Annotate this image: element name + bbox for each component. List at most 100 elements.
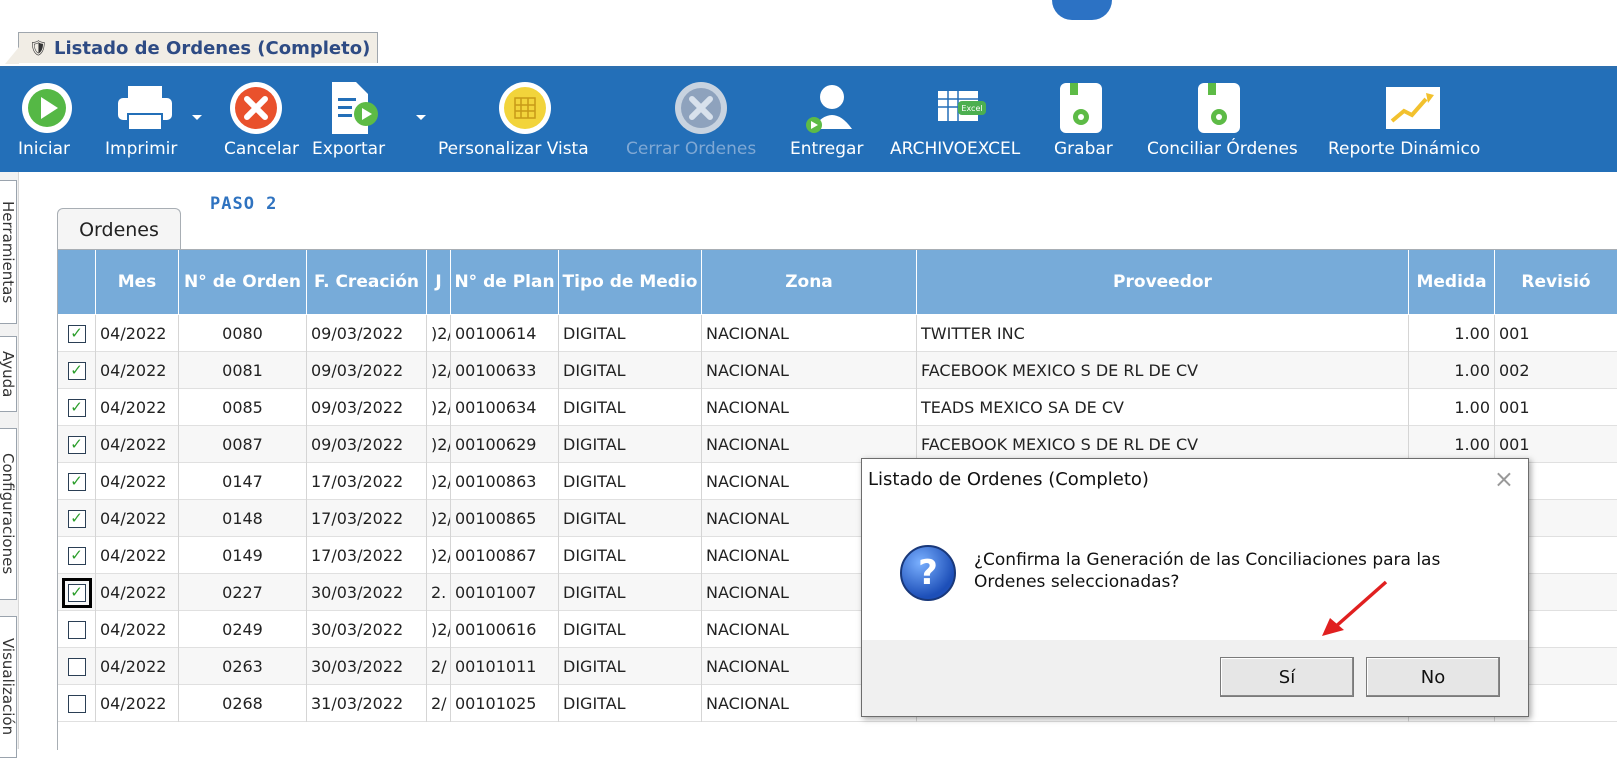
select-cell: ✓ <box>58 352 96 389</box>
conciliar-ordenes-button[interactable]: Conciliar Órdenes <box>1134 69 1304 172</box>
cell-tipo: DIGITAL <box>559 389 702 426</box>
column-header[interactable]: Medida <box>1409 250 1495 314</box>
row-checkbox[interactable]: ✓ <box>61 577 92 608</box>
cancel-icon <box>225 77 287 139</box>
cancelar-button[interactable]: Cancelar <box>216 69 299 172</box>
cell-medida: 1.00 <box>1409 315 1495 352</box>
cell-j: )2/ <box>427 426 451 463</box>
header-select-column[interactable] <box>58 250 96 314</box>
row-checkbox[interactable] <box>67 694 86 713</box>
cell-j: )2/ <box>427 352 451 389</box>
imprimir-dropdown-arrow-icon[interactable] <box>192 115 202 120</box>
row-checkbox[interactable]: ✓ <box>67 435 86 454</box>
cell-orden: 0081 <box>179 352 307 389</box>
cell-mes: 04/2022 <box>96 352 179 389</box>
entregar-label: Entregar <box>790 139 864 159</box>
cell-tipo: DIGITAL <box>559 574 702 611</box>
cell-mes: 04/2022 <box>96 389 179 426</box>
sidetab-herramientas[interactable]: Herramientas <box>0 180 17 324</box>
table-row[interactable]: ✓ 04/2022 0080 09/03/2022)2/00100614 DIGITAL… <box>58 315 1617 352</box>
chart-icon <box>1382 77 1444 139</box>
yes-button[interactable]: Sí <box>1220 657 1354 697</box>
cell-fecha: 30/03/2022 <box>307 611 427 648</box>
personalizar-vista-label: Personalizar Vista <box>438 139 589 159</box>
cell-fecha: 09/03/2022 <box>307 315 427 352</box>
reporte-dinamico-label: Reporte Dinámico <box>1328 139 1481 159</box>
cell-medida: 1.00 <box>1409 352 1495 389</box>
cell-tipo: DIGITAL <box>559 463 702 500</box>
exportar-label: Exportar <box>312 139 386 159</box>
close-icon[interactable]: × <box>1494 465 1514 493</box>
cell-mes: 04/2022 <box>96 426 179 463</box>
save-icon <box>1050 77 1112 139</box>
iniciar-button[interactable]: Iniciar <box>14 69 80 172</box>
imprimir-button[interactable]: Imprimir <box>100 69 190 172</box>
select-cell: ✓ <box>58 315 96 352</box>
side-panel-tabs: Herramientas Ayuda Configuraciones Visua… <box>0 172 19 758</box>
cell-j: )2/ <box>427 611 451 648</box>
column-header[interactable]: J <box>427 250 451 314</box>
row-checkbox[interactable]: ✓ <box>67 509 86 528</box>
cell-j: )2/ <box>427 537 451 574</box>
row-checkbox[interactable] <box>67 620 86 639</box>
cell-orden: 0087 <box>179 426 307 463</box>
table-row[interactable]: ✓ 04/2022 0085 09/03/2022)2/00100634 DIGITAL… <box>58 389 1617 426</box>
cerrar-ordenes-button[interactable]: Cerrar Ordenes <box>626 69 776 172</box>
column-header[interactable]: F. Creación <box>307 250 427 314</box>
column-header[interactable]: Mes <box>96 250 179 314</box>
step-annotation: PASO 2 <box>210 194 278 214</box>
sidetab-configuraciones[interactable]: Configuraciones <box>0 428 17 600</box>
question-icon: ? <box>900 545 956 601</box>
column-header[interactable]: Zona <box>702 250 917 314</box>
cell-plan: 00101007 <box>451 574 559 611</box>
grabar-button[interactable]: Grabar <box>1048 69 1114 172</box>
cell-plan: 00100633 <box>451 352 559 389</box>
sidetab-ayuda[interactable]: Ayuda <box>0 336 17 412</box>
document-tabstrip: 🛡 Listado de Ordenes (Completo) <box>0 24 1617 69</box>
imprimir-label: Imprimir <box>105 139 178 159</box>
no-button[interactable]: No <box>1366 657 1500 697</box>
select-cell: ✓ <box>58 500 96 537</box>
column-header[interactable]: Tipo de Medio <box>559 250 702 314</box>
cell-j: 2. <box>427 574 451 611</box>
row-checkbox[interactable]: ✓ <box>67 398 86 417</box>
exportar-dropdown-arrow-icon[interactable] <box>416 115 426 120</box>
archivoexcel-label: ARCHIVOEXCEL <box>890 139 1021 159</box>
cell-orden: 0149 <box>179 537 307 574</box>
tab-listado-ordenes[interactable]: 🛡 Listado de Ordenes (Completo) <box>5 32 378 64</box>
row-checkbox[interactable] <box>67 657 86 676</box>
archivoexcel-button[interactable]: Excel ARCHIVOEXCEL <box>888 69 1028 172</box>
cell-tipo: DIGITAL <box>559 685 702 722</box>
personalizar-vista-button[interactable]: Personalizar Vista <box>438 69 610 172</box>
printer-icon <box>114 77 176 139</box>
tab-title: Listado de Ordenes (Completo) <box>54 37 371 59</box>
cell-plan: 00101011 <box>451 648 559 685</box>
dialog-message: ¿Confirma la Generación de las Conciliac… <box>974 550 1441 592</box>
sidetab-visualizacion[interactable]: Visualización <box>0 616 17 758</box>
cell-fecha: 17/03/2022 <box>307 500 427 537</box>
cell-tipo: DIGITAL <box>559 611 702 648</box>
row-checkbox[interactable]: ✓ <box>67 324 86 343</box>
tab-ordenes[interactable]: Ordenes <box>57 208 181 251</box>
app-logo-fragment <box>1052 0 1112 20</box>
cell-fecha: 17/03/2022 <box>307 463 427 500</box>
column-header[interactable]: N° de Orden <box>179 250 307 314</box>
select-cell: ✓ <box>58 426 96 463</box>
cell-mes: 04/2022 <box>96 315 179 352</box>
exportar-button[interactable]: Exportar <box>306 69 396 172</box>
column-header[interactable]: Revisió <box>1495 250 1617 314</box>
row-checkbox[interactable]: ✓ <box>67 472 86 491</box>
table-row[interactable]: ✓ 04/2022 0081 09/03/2022)2/00100633 DIGITAL… <box>58 352 1617 389</box>
cell-mes: 04/2022 <box>96 500 179 537</box>
row-checkbox[interactable]: ✓ <box>67 546 86 565</box>
column-header[interactable]: N° de Plan <box>451 250 559 314</box>
column-header[interactable]: Proveedor <box>917 250 1409 314</box>
play-icon <box>16 77 78 139</box>
reporte-dinamico-button[interactable]: Reporte Dinámico <box>1328 69 1498 172</box>
row-checkbox[interactable]: ✓ <box>67 361 86 380</box>
cell-proveedor: TWITTER INC <box>917 315 1409 352</box>
close-orders-icon <box>670 77 732 139</box>
entregar-button[interactable]: Entregar <box>786 69 872 172</box>
cell-orden: 0263 <box>179 648 307 685</box>
conciliar-ordenes-label: Conciliar Órdenes <box>1147 139 1298 159</box>
